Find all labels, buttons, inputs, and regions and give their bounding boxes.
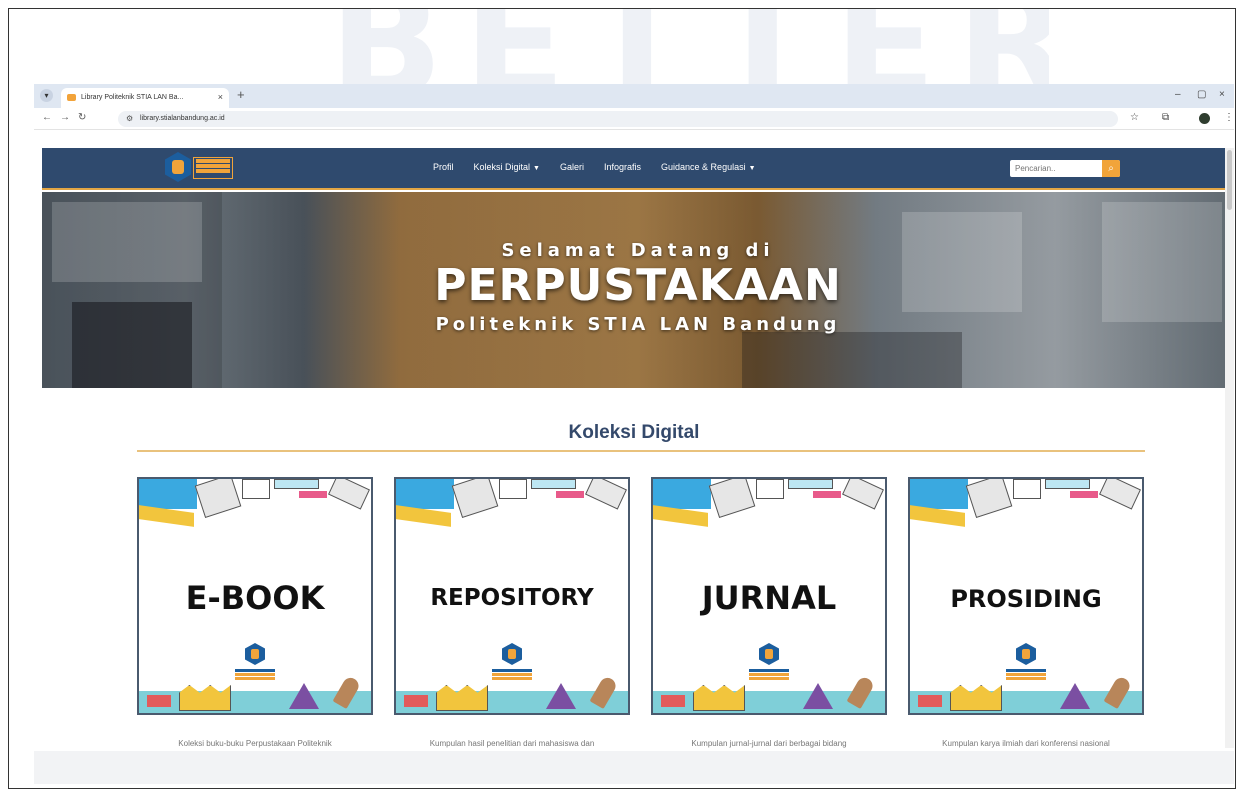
- card-illustration-bottom: [910, 673, 1142, 713]
- card-ebook[interactable]: E-BOOK: [137, 477, 373, 715]
- card-illustration-bottom: [653, 673, 885, 713]
- card-illustration-bottom: [139, 673, 371, 713]
- card-illustration-top: [910, 479, 1142, 529]
- card-repository[interactable]: REPOSITORY: [394, 477, 630, 715]
- site-navbar: Profil Koleksi Digital ▼ Galeri Infografi…: [42, 148, 1234, 190]
- card-title: PROSIDING: [950, 585, 1102, 613]
- logo-mark-icon: [1016, 643, 1036, 665]
- card-illustration-top: [396, 479, 628, 529]
- forward-arrow-icon[interactable]: →: [60, 112, 70, 123]
- active-tab[interactable]: Library Politeknik STIA LAN Ba... ×: [61, 88, 229, 108]
- scrollbar-thumb[interactable]: [1227, 150, 1232, 210]
- search-icon: ⌕: [1108, 163, 1114, 174]
- restore-button[interactable]: ▢: [1197, 89, 1206, 100]
- card-description: Koleksi buku-buku Perpustakaan Politekni…: [178, 739, 332, 748]
- url-field[interactable]: ⚙ library.stialanbandung.ac.id: [118, 111, 1118, 127]
- card-prosiding[interactable]: PROSIDING: [908, 477, 1144, 715]
- page-footer-band: [34, 751, 1234, 784]
- chevron-down-icon: ▼: [748, 165, 756, 172]
- card-illustration-bottom: [396, 673, 628, 713]
- card-title: E-BOOK: [185, 579, 325, 617]
- reload-icon[interactable]: ↻: [78, 112, 86, 123]
- section-divider: [137, 450, 1145, 452]
- logo-mark-icon: [759, 643, 779, 665]
- card-illustration-top: [139, 479, 371, 529]
- search-input[interactable]: [1010, 160, 1102, 177]
- new-tab-button[interactable]: +: [237, 87, 245, 102]
- hero-welcome-text: Selamat Datang di: [501, 240, 775, 261]
- library-logo[interactable]: [165, 152, 237, 184]
- logo-mark-icon: [502, 643, 522, 665]
- hero-title: PERPUSTAKAAN: [434, 260, 842, 311]
- site-favicon-icon: [67, 94, 76, 101]
- card-title: JURNAL: [701, 579, 837, 617]
- tab-strip: ▾ Library Politeknik STIA LAN Ba... × + …: [34, 84, 1234, 108]
- search-button[interactable]: ⌕: [1102, 160, 1120, 177]
- nav-item-koleksi-digital[interactable]: Koleksi Digital ▼: [474, 162, 540, 172]
- logo-wordmark: [193, 157, 233, 179]
- nav-item-guidance-regulasi[interactable]: Guidance & Regulasi ▼: [661, 162, 756, 172]
- card-illustration-top: [653, 479, 885, 529]
- profile-avatar[interactable]: [1199, 113, 1210, 124]
- hero-banner: Selamat Datang di PERPUSTAKAAN Politekni…: [42, 192, 1234, 388]
- browser-menu-icon[interactable]: ⋮: [1224, 112, 1234, 123]
- logo-mark-icon: [165, 152, 191, 182]
- nav-menu: Profil Koleksi Digital ▼ Galeri Infografi…: [433, 162, 776, 172]
- card-description: Kumpulan jurnal-jurnal dari berbagai bid…: [691, 739, 847, 748]
- chevron-down-icon: ▼: [533, 165, 540, 172]
- tab-close-icon[interactable]: ×: [218, 92, 223, 102]
- url-text: library.stialanbandung.ac.id: [140, 115, 225, 122]
- nav-item-galeri[interactable]: Galeri: [560, 162, 584, 172]
- logo-mark-icon: [245, 643, 265, 665]
- tab-title: Library Politeknik STIA LAN Ba...: [81, 94, 184, 101]
- vertical-scrollbar[interactable]: [1225, 148, 1234, 748]
- browser-window: ▾ Library Politeknik STIA LAN Ba... × + …: [34, 84, 1234, 784]
- section-title: Koleksi Digital: [568, 422, 700, 443]
- card-title: REPOSITORY: [430, 585, 594, 611]
- nav-item-profil[interactable]: Profil: [433, 162, 454, 172]
- close-window-button[interactable]: ×: [1219, 89, 1225, 100]
- nav-item-infografis[interactable]: Infografis: [604, 162, 641, 172]
- card-description: Kumpulan karya ilmiah dari konferensi na…: [942, 739, 1110, 748]
- tab-search-button[interactable]: ▾: [40, 89, 53, 102]
- site-info-icon[interactable]: ⚙: [126, 114, 133, 123]
- card-description: Kumpulan hasil penelitian dari mahasiswa…: [429, 739, 595, 748]
- screenshot-frame: BETTER ▾ Library Politeknik STIA LAN Ba.…: [8, 8, 1236, 789]
- hero-subtitle: Politeknik STIA LAN Bandung: [435, 314, 841, 335]
- back-arrow-icon[interactable]: ←: [42, 112, 52, 123]
- bookmark-star-icon[interactable]: ☆: [1130, 112, 1139, 123]
- minimize-button[interactable]: –: [1175, 89, 1181, 100]
- search-box: ⌕: [1010, 160, 1120, 177]
- extensions-icon[interactable]: ⧉: [1162, 112, 1169, 123]
- card-jurnal[interactable]: JURNAL: [651, 477, 887, 715]
- address-bar: ← → ↻ ⚙ library.stialanbandung.ac.id ☆ ⧉…: [34, 108, 1234, 130]
